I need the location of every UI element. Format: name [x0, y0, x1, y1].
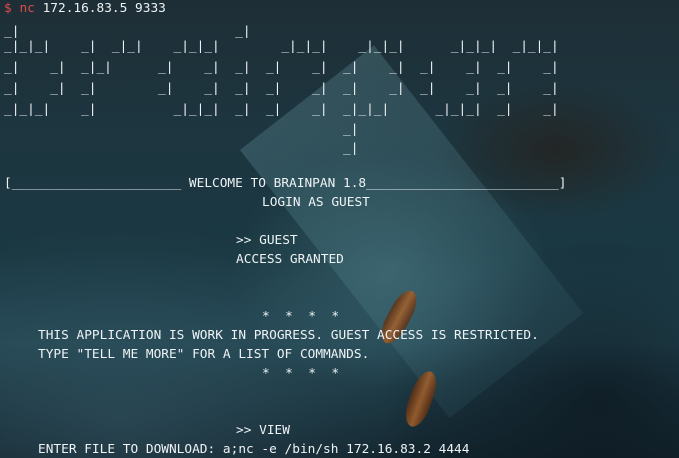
download-input-line[interactable]: ENTER FILE TO DOWNLOAD: a;nc -e /bin/sh …: [38, 442, 469, 457]
ascii-banner-line: _| _| _|_| _| _| _| _| _| _| _| _| _| _|…: [4, 60, 559, 75]
stars-line-top: * * * *: [262, 309, 340, 324]
welcome-line: [______________________ WELCOME TO BRAIN…: [4, 176, 567, 191]
terminal-window[interactable]: $ nc 172.16.83.5 9333 _| _| _|_|_| _| _|…: [0, 0, 679, 458]
prompt-arguments: 172.16.83.5 9333: [42, 1, 166, 16]
notice-line: THIS APPLICATION IS WORK IN PROGRESS. GU…: [38, 328, 539, 343]
guest-prompt-line: >> GUEST: [236, 233, 298, 248]
view-prompt-line: >> VIEW: [236, 423, 290, 438]
command-prompt-line: $ nc 172.16.83.5 9333: [4, 1, 166, 16]
stars-line-bottom: * * * *: [262, 366, 340, 381]
ascii-banner-line: _|_|_| _| _|_| _|_|_| _|_|_| _|_|_| _|_|…: [4, 39, 559, 54]
notice-line: TYPE "TELL ME MORE" FOR A LIST OF COMMAN…: [38, 347, 370, 362]
ascii-banner-line: _| _|: [4, 24, 251, 39]
access-line: ACCESS GRANTED: [236, 252, 344, 267]
ascii-banner-line: _|: [4, 141, 359, 156]
ascii-banner-line: _| _| _| _| _| _| _| _| _| _| _| _| _| _…: [4, 81, 559, 96]
prompt-command: nc: [19, 1, 35, 16]
prompt-symbol: $: [4, 1, 12, 16]
login-line: LOGIN AS GUEST: [262, 195, 370, 210]
ascii-banner-line: _|: [4, 122, 359, 137]
ascii-banner-line: _|_|_| _| _|_|_| _| _| _| _|_|_| _|_|_| …: [4, 102, 559, 117]
